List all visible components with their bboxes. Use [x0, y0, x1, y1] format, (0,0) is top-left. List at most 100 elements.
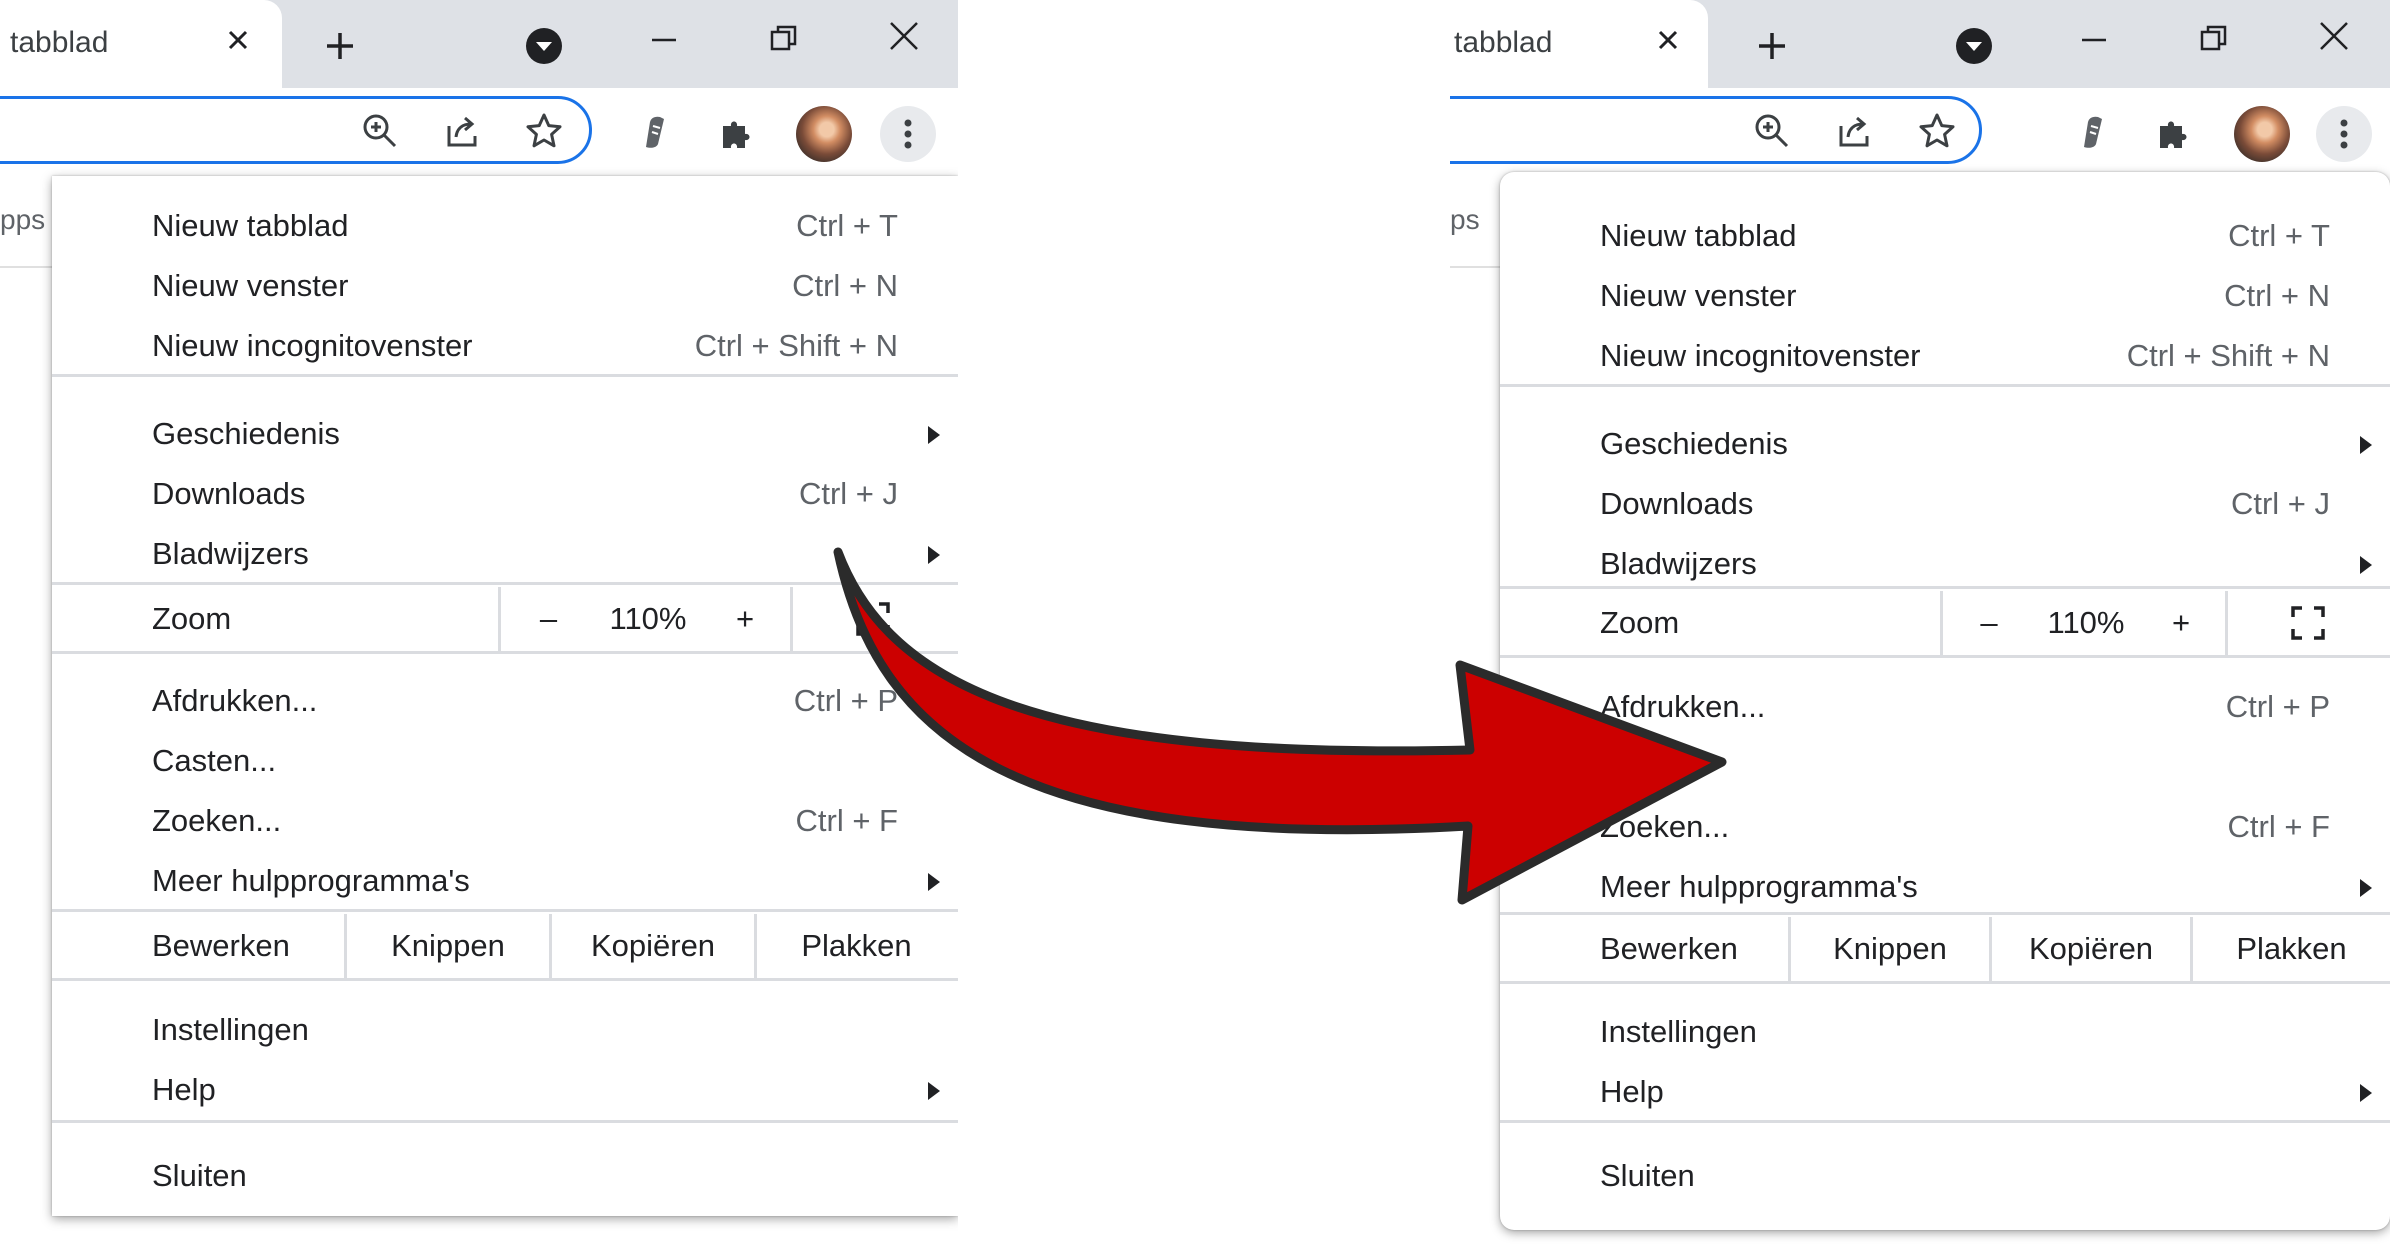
toolbar: [1450, 88, 2390, 176]
menu-zoom-row: Zoom – 110% +: [1500, 591, 2390, 655]
menu-shortcut: Ctrl + Shift + N: [694, 328, 898, 363]
menu-label: Sluiten: [152, 1158, 247, 1193]
menu-item-more-tools[interactable]: Meer hulpprogramma's: [52, 851, 958, 911]
close-icon[interactable]: [1646, 18, 1690, 62]
copy-button[interactable]: Kopiëren: [1992, 917, 2190, 981]
kebab-menu-icon: [904, 119, 912, 149]
menu-item-incognito[interactable]: Nieuw incognitovenster Ctrl + Shift + N: [52, 316, 958, 376]
extension-icon[interactable]: [632, 110, 676, 154]
submenu-arrow-icon: [2360, 556, 2372, 574]
restore-icon[interactable]: [2192, 16, 2236, 60]
window-close-icon[interactable]: [882, 14, 926, 58]
menu-item-bookmarks[interactable]: Bladwijzers: [52, 524, 958, 584]
menu-item-exit[interactable]: Sluiten: [1500, 1146, 2390, 1206]
restore-icon[interactable]: [762, 16, 806, 60]
menu-shortcut: Ctrl + P: [2225, 689, 2330, 724]
menu-item-find[interactable]: Zoeken... Ctrl + F: [52, 791, 958, 851]
minimize-icon[interactable]: [2072, 18, 2116, 62]
active-tab[interactable]: tabblad: [1450, 0, 1708, 88]
menu-item-bookmarks[interactable]: Bladwijzers: [1500, 534, 2390, 594]
new-tab-icon[interactable]: [1750, 24, 1794, 68]
menu-item-help[interactable]: Help: [52, 1060, 958, 1120]
address-bar[interactable]: [1450, 96, 1982, 164]
zoom-in-button[interactable]: +: [700, 587, 790, 651]
tab-strip: tabblad: [1450, 0, 2390, 88]
address-bar[interactable]: [0, 96, 592, 164]
menu-item-find[interactable]: Zoeken... Ctrl + F: [1500, 797, 2390, 857]
menu-shortcut: Ctrl + N: [2224, 278, 2330, 313]
menu-separator: [1500, 912, 2390, 915]
menu-item-history[interactable]: Geschiedenis: [52, 404, 958, 464]
menu-item-print[interactable]: Afdrukken... Ctrl + P: [1500, 677, 2390, 737]
avatar[interactable]: [2234, 106, 2290, 162]
menu-item-print[interactable]: Afdrukken... Ctrl + P: [52, 671, 958, 731]
menu-shortcut: Ctrl + F: [795, 803, 898, 838]
share-icon[interactable]: [440, 109, 484, 153]
menu-item-history[interactable]: Geschiedenis: [1500, 414, 2390, 474]
active-tab[interactable]: tabblad: [0, 0, 282, 88]
menu-item-new-window[interactable]: Nieuw venster Ctrl + N: [1500, 266, 2390, 326]
kebab-menu-button[interactable]: [880, 106, 936, 162]
star-icon[interactable]: [522, 109, 566, 153]
fullscreen-button[interactable]: [2228, 591, 2388, 655]
menu-separator: [1500, 1120, 2390, 1123]
menu-item-new-tab[interactable]: Nieuw tabblad Ctrl + T: [1500, 206, 2390, 266]
paste-button[interactable]: Plakken: [757, 914, 956, 978]
submenu-arrow-icon: [2360, 879, 2372, 897]
menu-item-help[interactable]: Help: [1500, 1062, 2390, 1122]
menu-edit-row: Bewerken Knippen Kopiëren Plakken: [1500, 917, 2390, 981]
bookmark-apps[interactable]: pps: [0, 204, 45, 236]
menu-shortcut: Ctrl + J: [2230, 486, 2330, 521]
share-icon[interactable]: [1832, 109, 1876, 153]
menu-item-settings[interactable]: Instellingen: [1500, 1002, 2390, 1062]
window-close-icon[interactable]: [2312, 14, 2356, 58]
cut-button[interactable]: Knippen: [347, 914, 549, 978]
menu-item-incognito[interactable]: Nieuw incognitovenster Ctrl + Shift + N: [1500, 326, 2390, 386]
menu-item-more-tools[interactable]: Meer hulpprogramma's: [1500, 857, 2390, 917]
zoom-icon[interactable]: [358, 109, 402, 153]
menu-separator: [52, 909, 958, 912]
submenu-arrow-icon: [928, 546, 940, 564]
chrome-menu: Nieuw tabblad Ctrl + T Nieuw venster Ctr…: [1500, 172, 2390, 1230]
menu-item-settings[interactable]: Instellingen: [52, 1000, 958, 1060]
zoom-in-button[interactable]: +: [2137, 591, 2225, 655]
kebab-menu-button[interactable]: [2316, 106, 2372, 162]
menu-item-new-window[interactable]: Nieuw venster Ctrl + N: [52, 256, 958, 316]
submenu-arrow-icon: [928, 426, 940, 444]
menu-label: Nieuw venster: [1600, 278, 1797, 313]
extension-icon[interactable]: [2070, 110, 2114, 154]
paste-button[interactable]: Plakken: [2193, 917, 2390, 981]
menu-shortcut: Ctrl + T: [2228, 218, 2330, 253]
menu-label: Casten...: [152, 743, 277, 778]
menu-label: Bladwijzers: [1600, 546, 1757, 581]
menu-label: Nieuw incognitovenster: [1600, 338, 1921, 373]
menu-separator: [1500, 384, 2390, 387]
copy-button[interactable]: Kopiëren: [552, 914, 754, 978]
avatar[interactable]: [796, 106, 852, 162]
zoom-out-button[interactable]: –: [501, 587, 596, 651]
toolbar: [0, 88, 958, 176]
edit-label: Bewerken: [152, 928, 290, 963]
zoom-out-button[interactable]: –: [1943, 591, 2035, 655]
minimize-icon[interactable]: [642, 18, 686, 62]
fullscreen-button[interactable]: [793, 587, 953, 651]
zoom-icon[interactable]: [1750, 109, 1794, 153]
menu-item-downloads[interactable]: Downloads Ctrl + J: [52, 464, 958, 524]
menu-label: Zoeken...: [1600, 809, 1730, 844]
tab-search-icon[interactable]: [522, 24, 566, 68]
menu-item-exit[interactable]: Sluiten: [52, 1146, 958, 1206]
star-icon[interactable]: [1915, 109, 1959, 153]
bookmark-apps[interactable]: ps: [1450, 204, 1480, 236]
new-tab-icon[interactable]: [318, 24, 362, 68]
close-icon[interactable]: [216, 18, 260, 62]
tab-search-icon[interactable]: [1952, 24, 1996, 68]
menu-item-cast[interactable]: Casten...: [52, 731, 958, 791]
menu-item-new-tab[interactable]: Nieuw tabblad Ctrl + T: [52, 196, 958, 256]
puzzle-icon[interactable]: [2152, 110, 2196, 154]
puzzle-icon[interactable]: [715, 110, 759, 154]
menu-label: Downloads: [1600, 486, 1754, 521]
menu-label: Meer hulpprogramma's: [1600, 869, 1918, 904]
menu-item-downloads[interactable]: Downloads Ctrl + J: [1500, 474, 2390, 534]
menu-separator: [1500, 586, 2390, 589]
cut-button[interactable]: Knippen: [1791, 917, 1989, 981]
